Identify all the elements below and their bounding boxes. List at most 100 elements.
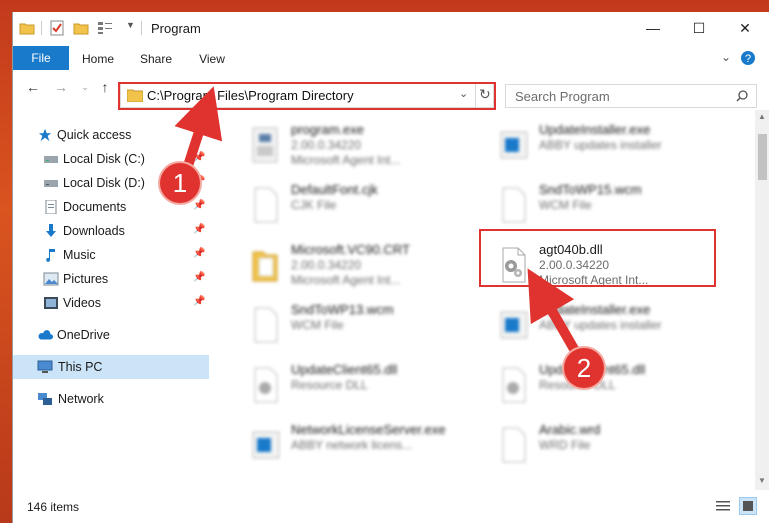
scroll-down-icon[interactable]: ▼ bbox=[758, 476, 766, 485]
sidebar-item-label: Local Disk (C:) bbox=[63, 152, 145, 166]
sidebar-item-music[interactable]: Music 📌 bbox=[13, 244, 209, 266]
sidebar-item-videos[interactable]: Videos 📌 bbox=[13, 292, 209, 314]
file-type: Resource DLL bbox=[291, 378, 368, 392]
sidebar-item-label: Downloads bbox=[63, 224, 125, 238]
list-item[interactable]: SndToWP13.wcm WCM File bbox=[239, 300, 479, 350]
file-name: UpdateClient65.dll bbox=[291, 362, 398, 377]
tab-share[interactable]: Share bbox=[133, 48, 179, 70]
pin-icon[interactable]: 📌 bbox=[193, 152, 205, 163]
sidebar-item-label: Documents bbox=[63, 200, 127, 214]
new-folder-icon[interactable] bbox=[73, 20, 89, 36]
search-icon[interactable] bbox=[736, 90, 748, 102]
file-type: WRD File bbox=[539, 438, 591, 452]
chevron-down-icon[interactable]: ▼ bbox=[126, 20, 135, 30]
properties-icon[interactable] bbox=[49, 20, 65, 36]
large-icons-view-icon[interactable] bbox=[739, 497, 757, 515]
list-item[interactable]: UpdateInstaller.exe ABBY updates install… bbox=[487, 120, 727, 170]
list-item[interactable]: Microsoft.VC90.CRT 2.00.0.34220 Microsof… bbox=[239, 240, 479, 290]
file-name: SndToWP13.wcm bbox=[291, 302, 394, 317]
file-name: DefaultFont.cjk bbox=[291, 182, 378, 197]
search-box[interactable]: Search Program bbox=[505, 84, 757, 108]
title-bar: ▼ Program — ☐ ✕ bbox=[13, 12, 769, 44]
vertical-scrollbar[interactable]: ▲ ▼ bbox=[755, 110, 769, 490]
sidebar-item-label: This PC bbox=[58, 360, 103, 374]
navigation-bar: ← → ⌄ ↑ C:\Program Files\Program Directo… bbox=[13, 70, 769, 110]
minimize-button[interactable]: — bbox=[630, 12, 676, 44]
ribbon-tabs: File Home Share View ⌄ ? bbox=[13, 44, 769, 70]
window-title: Program bbox=[151, 21, 201, 36]
file-name: UpdateInstaller.exe bbox=[539, 302, 651, 317]
chevron-down-icon[interactable]: ⌄ bbox=[721, 50, 731, 64]
recent-locations-icon[interactable]: ⌄ bbox=[75, 78, 95, 96]
list-item[interactable]: SndToWP15.wcm WCM File bbox=[487, 180, 727, 230]
pin-icon[interactable]: 📌 bbox=[193, 200, 205, 211]
sidebar-item-network[interactable]: Network bbox=[13, 388, 209, 410]
list-item[interactable]: DefaultFont.cjk CJK File bbox=[239, 180, 479, 230]
customize-toolbar-icon[interactable] bbox=[97, 20, 113, 36]
sidebar-item-quick-access[interactable]: Quick access bbox=[13, 124, 209, 146]
search-input[interactable]: Search Program bbox=[515, 89, 610, 104]
sidebar-item-onedrive[interactable]: OneDrive bbox=[13, 324, 209, 346]
tab-view[interactable]: View bbox=[189, 48, 235, 70]
help-icon[interactable]: ? bbox=[740, 50, 756, 66]
sidebar-item-label: Network bbox=[58, 392, 104, 406]
list-item[interactable]: UpdateClient65.dll Resource DLL bbox=[239, 360, 479, 410]
blank-file-icon bbox=[502, 187, 526, 223]
list-item[interactable]: NetworkLicenseServer.exe ABBY network li… bbox=[239, 420, 479, 470]
pin-icon[interactable]: 📌 bbox=[193, 248, 205, 259]
file-list: program.exe 2.00.0.34220 Microsoft Agent… bbox=[209, 110, 755, 490]
scroll-up-icon[interactable]: ▲ bbox=[758, 112, 766, 121]
status-bar: 146 items bbox=[13, 490, 769, 523]
file-description: ABBY updates installer bbox=[539, 138, 662, 152]
details-view-icon[interactable] bbox=[715, 499, 731, 513]
exe-file-icon bbox=[500, 311, 528, 339]
sidebar-item-label: Videos bbox=[63, 296, 101, 310]
step-1-badge: 1 bbox=[160, 163, 200, 203]
pin-icon[interactable]: 📌 bbox=[193, 224, 205, 235]
item-count: 146 items bbox=[27, 500, 80, 514]
list-item[interactable]: program.exe 2.00.0.34220 Microsoft Agent… bbox=[239, 120, 479, 170]
tab-home[interactable]: Home bbox=[75, 48, 121, 70]
list-item[interactable]: UpdateInstaller.exe ABBY updates install… bbox=[487, 300, 727, 350]
drive-icon bbox=[44, 180, 58, 187]
dll-file-icon bbox=[502, 367, 526, 403]
sidebar-item-this-pc[interactable]: This PC bbox=[13, 355, 209, 379]
address-highlight-box bbox=[118, 82, 496, 110]
file-name: Arabic.wrd bbox=[539, 422, 601, 437]
list-item[interactable]: Arabic.wrd WRD File bbox=[487, 420, 727, 470]
download-icon bbox=[46, 224, 56, 237]
file-description: Microsoft Agent Int... bbox=[291, 153, 401, 167]
sidebar-item-downloads[interactable]: Downloads 📌 bbox=[13, 220, 209, 242]
blank-file-icon bbox=[254, 187, 278, 223]
pin-icon[interactable]: 📌 bbox=[193, 296, 205, 307]
folder-icon[interactable] bbox=[19, 20, 35, 36]
file-type: WCM File bbox=[291, 318, 344, 332]
videos-icon bbox=[44, 297, 58, 309]
file-description: Microsoft Agent Int... bbox=[291, 273, 401, 287]
scrollbar-thumb[interactable] bbox=[758, 134, 767, 180]
file-name: Microsoft.VC90.CRT bbox=[291, 242, 410, 257]
blank-file-icon bbox=[254, 307, 278, 343]
computer-icon bbox=[37, 360, 53, 373]
sidebar-item-label: Music bbox=[63, 248, 96, 262]
back-arrow-icon[interactable]: ← bbox=[23, 78, 43, 96]
sidebar-item-label: Pictures bbox=[63, 272, 109, 286]
list-item[interactable]: UpdateClient65.dll Resource DLL bbox=[487, 360, 727, 410]
documents-icon bbox=[45, 200, 57, 214]
tab-file[interactable]: File bbox=[13, 46, 69, 70]
sidebar-item-pictures[interactable]: Pictures 📌 bbox=[13, 268, 209, 290]
network-icon bbox=[38, 393, 52, 405]
file-name: UpdateInstaller.exe bbox=[539, 122, 651, 137]
forward-arrow-icon[interactable]: → bbox=[51, 78, 71, 96]
pin-icon[interactable]: 📌 bbox=[193, 272, 205, 283]
file-description: ABBY updates installer bbox=[539, 318, 662, 332]
up-arrow-icon[interactable]: ↑ bbox=[95, 78, 115, 96]
close-button[interactable]: ✕ bbox=[722, 12, 768, 44]
dll-file-icon bbox=[254, 367, 278, 403]
maximize-button[interactable]: ☐ bbox=[676, 12, 722, 44]
sidebar-item-label: OneDrive bbox=[57, 328, 110, 342]
svg-text:?: ? bbox=[745, 53, 751, 65]
file-type: CJK File bbox=[291, 198, 337, 212]
exe-file-icon bbox=[252, 127, 278, 163]
cloud-icon bbox=[38, 330, 53, 340]
